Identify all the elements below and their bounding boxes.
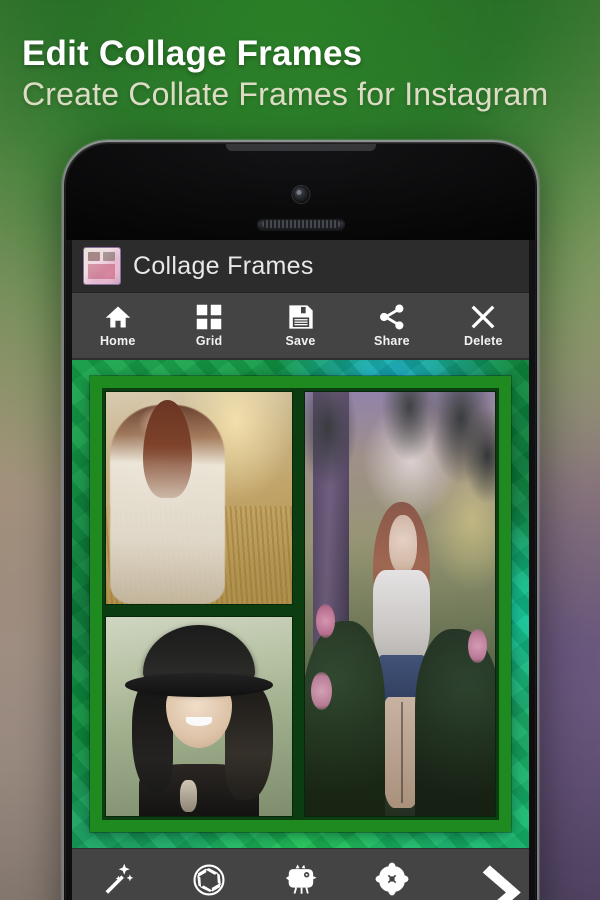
bottom-toolbar: Effect Change Color	[72, 848, 529, 900]
bottom-item-text[interactable]: T	[438, 862, 529, 900]
promo-text-block: Edit Collage Frames Create Collate Frame…	[0, 34, 600, 112]
collage-column-right	[305, 392, 495, 816]
bezel-highlight	[225, 144, 376, 151]
photo-woman-with-hat	[106, 617, 292, 816]
toolbar-item-grid[interactable]: Grid	[163, 303, 254, 348]
collage-cell-top-left[interactable]	[106, 392, 292, 604]
front-camera-icon	[292, 186, 309, 203]
collage-cell-bottom-left[interactable]	[106, 617, 292, 816]
grid-icon	[196, 304, 222, 330]
bottom-item-sticker-bird[interactable]: Sticker	[255, 862, 346, 900]
earpiece-speaker-icon	[256, 218, 345, 230]
home-icon	[105, 306, 130, 328]
action-toolbar: Home Grid Save Share Delete	[72, 293, 529, 359]
phone-screen: Collage Frames Home Grid Save Share Dele…	[72, 240, 529, 900]
toolbar-label-share: Share	[374, 334, 410, 348]
collage-canvas[interactable]	[72, 360, 529, 848]
toolbar-item-delete[interactable]: Delete	[438, 303, 529, 348]
toolbar-label-home: Home	[99, 334, 136, 348]
phone-mockup: Collage Frames Home Grid Save Share Dele…	[62, 140, 539, 900]
toolbar-label-save: Save	[285, 334, 316, 348]
photo-woman-in-field	[106, 392, 292, 604]
bottom-item-effect[interactable]: Effect	[72, 862, 163, 900]
app-titlebar: Collage Frames	[72, 240, 529, 293]
toolbar-label-delete: Delete	[463, 334, 503, 348]
magic-wand-icon	[105, 863, 134, 894]
app-title: Collage Frames	[133, 251, 314, 280]
save-floppy-icon	[288, 305, 313, 329]
bottom-item-change-color[interactable]: Change Color	[163, 863, 254, 900]
photo-girl-under-tree	[305, 392, 495, 816]
toolbar-label-grid: Grid	[195, 334, 223, 348]
collage-cell-right[interactable]	[305, 392, 495, 816]
bird-sticker-icon	[285, 864, 317, 894]
toolbar-item-save[interactable]: Save	[255, 303, 346, 348]
promo-title: Edit Collage Frames	[22, 34, 363, 73]
chevron-right-icon[interactable]	[477, 861, 529, 900]
toolbar-item-home[interactable]: Home	[72, 303, 163, 348]
aperture-icon	[193, 864, 225, 896]
app-thumbnail-icon	[84, 248, 120, 284]
close-x-icon	[471, 305, 495, 329]
toolbar-item-share[interactable]: Share	[346, 303, 437, 348]
share-icon	[379, 304, 404, 330]
flower-sticker-icon	[375, 862, 409, 895]
collage-frame[interactable]	[90, 376, 511, 832]
bottom-item-sticker-flower[interactable]: Sticker	[346, 862, 437, 900]
promo-subtitle: Create Collate Frames for Instagram	[22, 75, 549, 112]
collage-column-left	[106, 392, 292, 816]
phone-top-bezel	[66, 144, 535, 240]
